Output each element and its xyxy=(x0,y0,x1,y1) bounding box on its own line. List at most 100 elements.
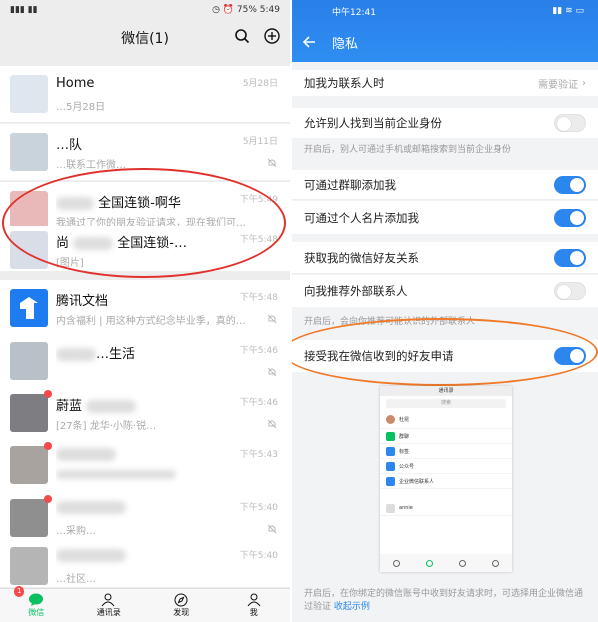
chat-preview xyxy=(56,469,290,480)
top-bar: 微信(1) xyxy=(0,20,290,56)
mute-icon xyxy=(267,419,277,429)
chat-preview: …5月28日 xyxy=(56,102,106,113)
via-card-row: 可通过个人名片添加我 xyxy=(292,201,598,234)
chat-preview: …采购… xyxy=(56,526,96,537)
tab-label: 发现 xyxy=(173,608,190,617)
avatar xyxy=(10,231,48,269)
row-label: 向我推荐外部联系人 xyxy=(304,284,408,298)
chevron-right-icon: › xyxy=(582,77,586,89)
add-as-contact-row[interactable]: 加我为联系人时 需要验证 › xyxy=(292,70,598,96)
back-arrow-icon[interactable] xyxy=(302,35,316,49)
tencent-docs-avatar xyxy=(10,289,48,327)
chat-time: 5月28日 xyxy=(242,79,278,89)
search-icon[interactable] xyxy=(234,28,250,44)
example-item: 群聊 xyxy=(380,429,512,444)
tab-label: 通讯录 xyxy=(96,608,121,617)
avatar xyxy=(10,75,48,113)
page-title: 微信(1) xyxy=(121,31,169,47)
avatar xyxy=(10,342,48,380)
tab-me[interactable]: 我 xyxy=(218,589,291,622)
wecom-contact-icon xyxy=(386,476,395,486)
chat-item[interactable]: 蔚蓝 [27条] 龙华·小陈·锐… 下午5:46 xyxy=(0,385,290,442)
official-account-icon xyxy=(386,461,395,471)
find-identity-note: 开启后，别人可通过手机或邮箱搜索到当前企业身份 xyxy=(304,145,512,155)
avatar xyxy=(10,390,52,432)
chat-time: 下午5:40 xyxy=(239,551,278,561)
chat-time: 下午5:46 xyxy=(239,398,278,408)
chat-time: 下午5:49 xyxy=(239,195,278,205)
row-label: 加我为联系人时 xyxy=(304,76,385,90)
via-group-toggle[interactable] xyxy=(554,175,586,194)
avatar xyxy=(10,547,48,585)
tab-contacts[interactable]: 通讯录 xyxy=(73,589,146,622)
example-item: annie xyxy=(380,501,512,516)
via-group-row: 可通过群聊添加我 xyxy=(292,170,598,200)
avatar xyxy=(10,133,48,171)
chat-item[interactable]: …队 …联系工作微… 5月11日 xyxy=(0,124,290,181)
example-item: 企业微信联系人 xyxy=(380,474,512,489)
chat-preview: …社区… xyxy=(56,574,96,585)
accept-requests-toggle[interactable] xyxy=(554,347,586,365)
chat-time: 下午5:40 xyxy=(239,503,278,513)
footer-note: 开启后，在你绑定的微信账号中收到好友请求时，可选择用企业微信通过验证 收起示例 xyxy=(292,584,598,622)
example-item: 公众号 xyxy=(380,459,512,474)
chat-item[interactable]: 尚 全国连锁-… [图片] 下午5:48 xyxy=(0,226,290,272)
mute-icon xyxy=(267,367,277,377)
get-friends-toggle[interactable] xyxy=(554,248,586,267)
example-search: 搜索 xyxy=(386,399,506,408)
recommend-note: 开启后，会向你推荐可能认识的外部联系人 xyxy=(304,317,476,327)
example-header: 通讯录 xyxy=(380,386,512,396)
collapse-example-link[interactable]: 收起示例 xyxy=(334,602,370,612)
chat-item[interactable]: Home …5月28日 5月28日 xyxy=(0,66,290,123)
privacy-settings-screen: 中午12:41 ▮▮ ≋ ▭ 隐私 加我为联系人时 需要验证 › 允许别人找到当前… xyxy=(292,0,598,622)
row-label: 可通过个人名片添加我 xyxy=(304,210,419,225)
wechat-screen: ▮▮▮ ▮▮ ◷ ⏰ 75% 5:49 微信(1) Home …5月28日 5月2… xyxy=(0,0,290,622)
mute-icon xyxy=(267,314,277,324)
unread-badge: 1 xyxy=(14,586,25,597)
group-chat-icon xyxy=(386,431,395,441)
chat-time: 下午5:46 xyxy=(239,346,278,356)
page-title: 隐私 xyxy=(332,36,359,52)
tencent-docs-icon xyxy=(20,297,38,319)
recommend-external-row: 向我推荐外部联系人 xyxy=(292,275,598,307)
mute-icon xyxy=(267,158,277,168)
get-friends-row: 获取我的微信好友关系 xyxy=(292,242,598,274)
avatar xyxy=(386,415,395,424)
row-value: 需要验证 xyxy=(538,79,578,91)
status-bar: ▮▮▮ ▮▮ ◷ ⏰ 75% 5:49 xyxy=(0,0,290,20)
chat-time: 下午5:43 xyxy=(239,450,278,460)
signal-icon: ▮▮▮ ▮▮ xyxy=(10,5,38,15)
example-tab-bar xyxy=(380,554,512,572)
chat-preview: …联系工作微… xyxy=(56,160,126,171)
row-label: 可通过群聊添加我 xyxy=(304,177,396,192)
find-identity-toggle[interactable] xyxy=(554,114,586,132)
chat-bubble-icon xyxy=(29,593,44,606)
chat-item[interactable]: 腾讯文档 内含福利 | 用这种方式纪念毕业季，真的… 下午5:48 xyxy=(0,280,290,337)
clock: 5:49 xyxy=(259,5,280,15)
row-label: 允许别人找到当前企业身份 xyxy=(304,116,442,130)
avatar xyxy=(386,503,395,513)
tab-label: 我 xyxy=(249,608,258,617)
contacts-icon xyxy=(101,593,115,607)
chat-item[interactable]: …生活 下午5:46 xyxy=(0,333,290,390)
chat-item[interactable]: …社区… 下午5:40 xyxy=(0,542,290,588)
via-card-toggle[interactable] xyxy=(554,208,586,227)
accept-requests-row: 接受我在微信收到的好友申请 xyxy=(292,340,598,372)
battery-level: 75% xyxy=(236,5,257,15)
add-icon[interactable] xyxy=(264,28,280,44)
chat-preview: 内含福利 | 用这种方式纪念毕业季，真的… xyxy=(56,316,246,327)
recommend-external-toggle[interactable] xyxy=(554,282,586,300)
clock: 中午12:41 xyxy=(332,7,376,18)
chat-item[interactable]: 下午5:43 xyxy=(0,437,290,494)
example-contact: 杜昆 xyxy=(380,411,512,429)
status-bar: 中午12:41 ▮▮ ≋ ▭ xyxy=(292,0,598,22)
tab-wechat[interactable]: 1 微信 xyxy=(0,586,73,622)
mute-icon xyxy=(267,524,277,534)
header: 中午12:41 ▮▮ ≋ ▭ 隐私 xyxy=(292,0,598,62)
row-label: 获取我的微信好友关系 xyxy=(304,250,419,265)
tab-discover[interactable]: 发现 xyxy=(145,589,218,622)
chat-item[interactable]: …采购… 下午5:40 xyxy=(0,490,290,547)
signal-wifi-battery-icon: ▮▮ ≋ ▭ xyxy=(552,6,584,16)
bottom-tab-bar: 1 微信 通讯录 发现 我 xyxy=(0,586,291,622)
find-identity-row: 允许别人找到当前企业身份 xyxy=(292,108,598,138)
